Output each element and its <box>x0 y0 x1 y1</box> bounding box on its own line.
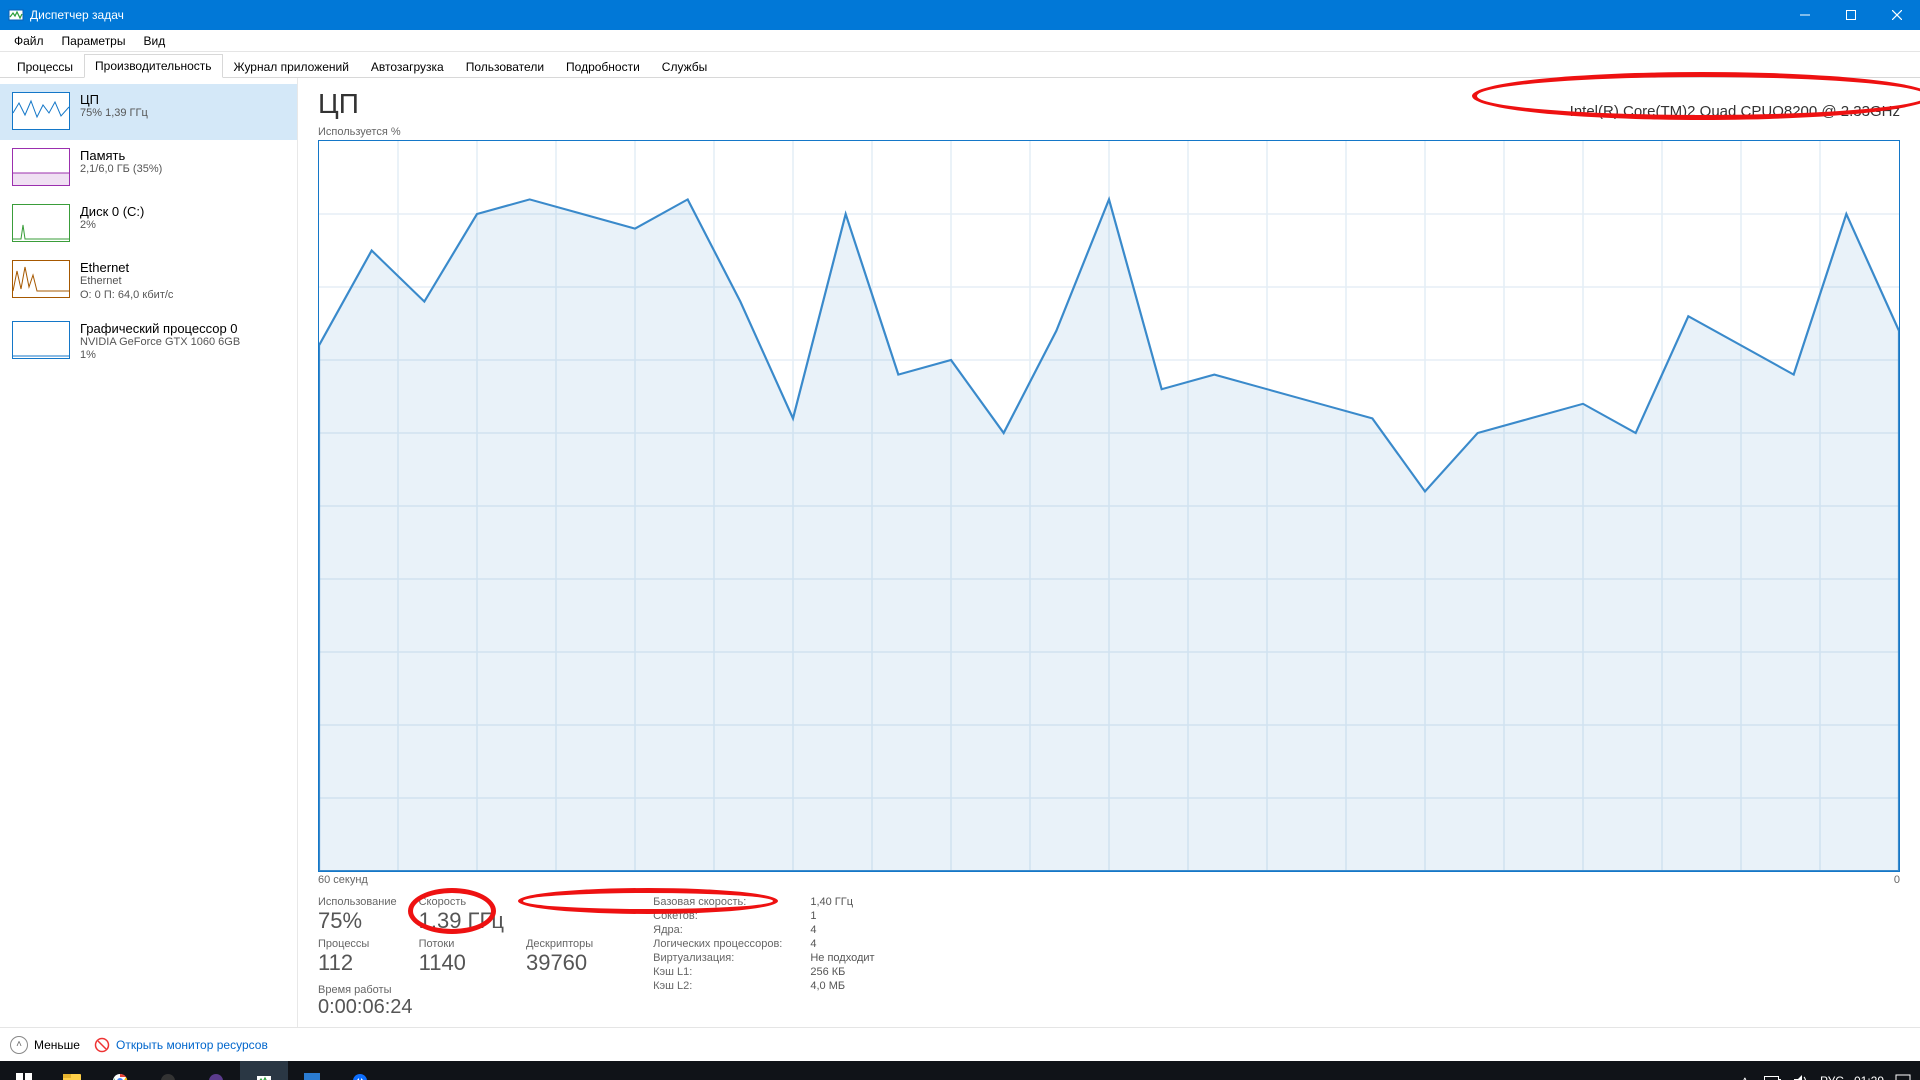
sidebar-eth-sub2: О: 0 П: 64,0 кбит/с <box>80 289 173 303</box>
minimize-button[interactable] <box>1782 0 1828 30</box>
titlebar: Диспетчер задач <box>0 0 1920 30</box>
taskbar-chrome[interactable] <box>96 1061 144 1080</box>
sidebar-gpu-title: Графический процессор 0 <box>80 321 240 336</box>
l1-value: 256 КБ <box>810 966 874 978</box>
sockets-value: 1 <box>810 910 874 922</box>
usage-value: 75% <box>318 908 397 934</box>
lproc-label: Логических процессоров: <box>653 938 782 950</box>
menu-view[interactable]: Вид <box>135 32 173 50</box>
uptime-value: 0:00:06:24 <box>318 996 593 1019</box>
tab-app-history[interactable]: Журнал приложений <box>223 55 360 78</box>
stats-static: Базовая скорость: 1,40 ГГц Сокетов: 1 Яд… <box>653 896 874 1019</box>
cpu-usage-chart <box>318 140 1900 872</box>
cpu-model-name: Intel(R) Core(TM)2 Quad CPUQ8200 @ 2.33G… <box>1570 103 1900 120</box>
tray-volume-icon[interactable] <box>1792 1072 1810 1080</box>
ethernet-sparkline-icon <box>12 260 70 298</box>
menubar: Файл Параметры Вид <box>0 30 1920 52</box>
procs-value: 112 <box>318 950 397 976</box>
chevron-up-icon: ˄ <box>10 1036 28 1054</box>
sidebar-item-ethernet[interactable]: Ethernet Ethernet О: 0 П: 64,0 кбит/с <box>0 252 297 313</box>
start-button[interactable] <box>0 1061 48 1080</box>
tabbar: Процессы Производительность Журнал прило… <box>0 52 1920 78</box>
l1-label: Кэш L1: <box>653 966 782 978</box>
tab-users[interactable]: Пользователи <box>455 55 555 78</box>
threads-label: Потоки <box>419 938 504 950</box>
uptime-label: Время работы <box>318 984 593 996</box>
virt-label: Виртуализация: <box>653 952 782 964</box>
sidebar-eth-title: Ethernet <box>80 260 173 275</box>
fewer-label: Меньше <box>34 1038 80 1052</box>
taskbar-task-manager[interactable] <box>240 1061 288 1080</box>
sidebar-cpu-title: ЦП <box>80 92 148 107</box>
disk-sparkline-icon <box>12 204 70 242</box>
footer-bar: ˄ Меньше Открыть монитор ресурсов <box>0 1027 1920 1061</box>
base-speed-value: 1,40 ГГц <box>810 896 874 908</box>
sidebar-gpu-sub1: NVIDIA GeForce GTX 1060 6GB <box>80 336 240 350</box>
taskbar-file-explorer[interactable] <box>48 1061 96 1080</box>
sidebar-eth-sub1: Ethernet <box>80 275 173 289</box>
app-icon <box>8 7 24 23</box>
cpu-sparkline-icon <box>12 92 70 130</box>
window-title: Диспетчер задач <box>30 8 124 22</box>
lproc-value: 4 <box>810 938 874 950</box>
chart-x-right: 0 <box>1894 874 1900 886</box>
close-button[interactable] <box>1874 0 1920 30</box>
tray-language[interactable]: РУС <box>1820 1074 1844 1080</box>
open-resource-monitor-link[interactable]: Открыть монитор ресурсов <box>94 1037 268 1053</box>
taskbar-teamviewer[interactable] <box>336 1061 384 1080</box>
maximize-button[interactable] <box>1828 0 1874 30</box>
handles-label: Дескрипторы <box>526 938 593 950</box>
tray-clock[interactable]: 01:29 <box>1854 1074 1884 1080</box>
sidebar-disk-sub: 2% <box>80 219 144 233</box>
resource-monitor-icon <box>94 1037 110 1053</box>
taskbar: ˄ РУС 01:29 <box>0 1061 1920 1080</box>
memory-sparkline-icon <box>12 148 70 186</box>
tab-details[interactable]: Подробности <box>555 55 651 78</box>
tab-processes[interactable]: Процессы <box>6 55 84 78</box>
taskbar-app-2[interactable] <box>192 1061 240 1080</box>
page-title: ЦП <box>318 88 359 120</box>
sidebar-item-gpu[interactable]: Графический процессор 0 NVIDIA GeForce G… <box>0 313 297 374</box>
sockets-label: Сокетов: <box>653 910 782 922</box>
taskbar-app-1[interactable] <box>144 1061 192 1080</box>
chart-y-label: Используется % <box>318 126 1900 138</box>
gpu-sparkline-icon <box>12 321 70 359</box>
procs-label: Процессы <box>318 938 397 950</box>
sidebar-memory-title: Память <box>80 148 162 163</box>
virt-value: Не подходит <box>810 952 874 964</box>
sidebar-memory-sub: 2,1/6,0 ГБ (35%) <box>80 163 162 177</box>
stats-live: Использование 75% Скорость 1,39 ГГц Проц… <box>318 896 593 1019</box>
taskbar-app-3[interactable] <box>288 1061 336 1080</box>
l2-label: Кэш L2: <box>653 980 782 992</box>
speed-value: 1,39 ГГц <box>419 908 504 934</box>
base-speed-label: Базовая скорость: <box>653 896 782 908</box>
menu-options[interactable]: Параметры <box>54 32 134 50</box>
handles-value: 39760 <box>526 950 593 976</box>
sidebar-cpu-sub: 75% 1,39 ГГц <box>80 107 148 121</box>
main-panel: ЦП Intel(R) Core(TM)2 Quad CPUQ8200 @ 2.… <box>298 78 1920 1027</box>
threads-value: 1140 <box>419 950 504 976</box>
sidebar-gpu-sub2: 1% <box>80 349 240 363</box>
chart-x-left: 60 секунд <box>318 874 368 886</box>
cores-label: Ядра: <box>653 924 782 936</box>
sidebar: ЦП 75% 1,39 ГГц Память 2,1/6,0 ГБ (35%) <box>0 78 298 1027</box>
tab-performance[interactable]: Производительность <box>84 54 222 78</box>
speed-label: Скорость <box>419 896 504 908</box>
cores-value: 4 <box>810 924 874 936</box>
l2-value: 4,0 МБ <box>810 980 874 992</box>
tab-startup[interactable]: Автозагрузка <box>360 55 455 78</box>
resmon-label: Открыть монитор ресурсов <box>116 1038 268 1052</box>
sidebar-disk-title: Диск 0 (C:) <box>80 204 144 219</box>
fewer-details-button[interactable]: ˄ Меньше <box>10 1036 80 1054</box>
menu-file[interactable]: Файл <box>6 32 52 50</box>
tray-chevron-icon[interactable]: ˄ <box>1736 1072 1754 1080</box>
sidebar-item-memory[interactable]: Память 2,1/6,0 ГБ (35%) <box>0 140 297 196</box>
sidebar-item-cpu[interactable]: ЦП 75% 1,39 ГГц <box>0 84 297 140</box>
tray-notifications-icon[interactable] <box>1894 1072 1912 1080</box>
usage-label: Использование <box>318 896 397 908</box>
tray-battery-icon[interactable] <box>1764 1072 1782 1080</box>
tab-services[interactable]: Службы <box>651 55 718 78</box>
sidebar-item-disk[interactable]: Диск 0 (C:) 2% <box>0 196 297 252</box>
